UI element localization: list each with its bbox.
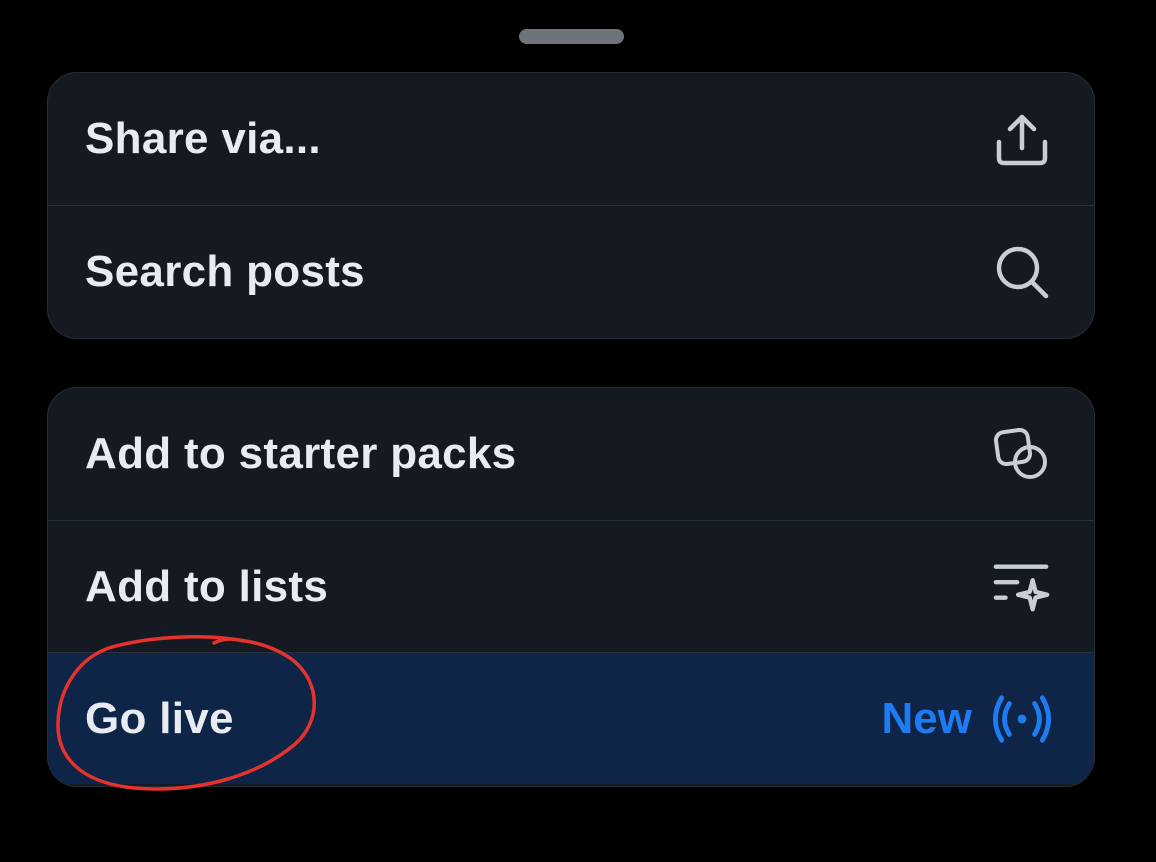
sheet-grabber-handle[interactable] — [519, 29, 624, 44]
menu-group-lists-live: Add to starter packs Add to lists Go liv… — [47, 387, 1095, 787]
search-icon — [992, 242, 1052, 302]
menu-group-share-search: Share via... Search posts — [47, 72, 1095, 339]
menu-item-label: Go live — [85, 693, 234, 743]
menu-item-add-to-lists[interactable]: Add to lists — [48, 520, 1094, 652]
live-broadcast-icon — [992, 689, 1052, 749]
list-sparkle-icon — [992, 557, 1052, 617]
starter-pack-icon — [992, 424, 1052, 484]
menu-item-search-posts[interactable]: Search posts — [48, 205, 1094, 337]
menu-item-go-live[interactable]: Go live New — [48, 652, 1094, 784]
menu-item-label: Search posts — [85, 246, 365, 296]
menu-item-share-via[interactable]: Share via... — [48, 73, 1094, 205]
menu-item-label: Add to starter packs — [85, 429, 517, 478]
menu-item-label: Add to lists — [85, 561, 329, 611]
menu-item-label: Share via... — [85, 114, 321, 163]
go-live-trailing: New — [882, 689, 1052, 749]
action-sheet-screen: Share via... Search posts Add to starter… — [0, 0, 1156, 862]
new-badge: New — [881, 693, 972, 743]
menu-item-add-to-starter-packs[interactable]: Add to starter packs — [48, 388, 1094, 520]
share-upload-icon — [992, 109, 1052, 169]
